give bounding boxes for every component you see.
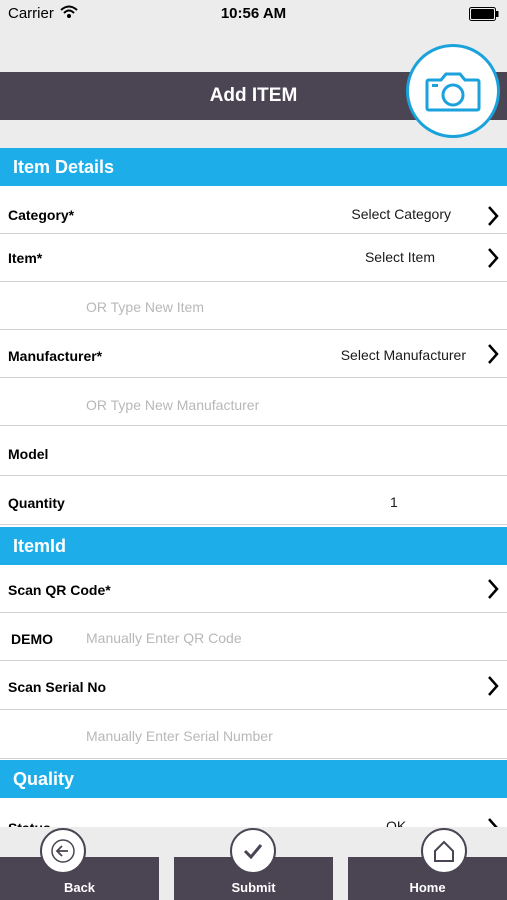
category-label: Category* xyxy=(8,207,75,223)
manual-qr-label: DEMO xyxy=(11,631,53,647)
item-value: Select Item xyxy=(364,249,435,265)
submit-icon-button[interactable] xyxy=(230,828,276,874)
category-value: Select Category xyxy=(351,206,451,222)
back-label: Back xyxy=(63,880,96,895)
home-icon xyxy=(434,840,454,862)
model-row[interactable]: Model xyxy=(0,428,507,476)
checkmark-icon xyxy=(243,844,263,860)
scan-qr-label: Scan QR Code* xyxy=(8,582,111,598)
section-header-itemid: ItemId xyxy=(0,527,507,565)
new-manufacturer-field[interactable]: OR Type New Manufacturer xyxy=(0,378,507,426)
home-label: Home xyxy=(409,880,446,895)
category-row[interactable]: Category* Select Category xyxy=(0,192,507,234)
chevron-right-icon xyxy=(488,248,499,268)
manufacturer-row[interactable]: Manufacturer* Select Manufacturer xyxy=(0,330,507,378)
manual-serial-input[interactable]: Manually Enter Serial Number xyxy=(86,728,273,744)
quantity-value[interactable]: 1 xyxy=(390,494,398,510)
battery-icon xyxy=(469,7,499,21)
status-bar: Carrier 10:56 AM xyxy=(0,0,507,28)
item-row[interactable]: Item* Select Item xyxy=(0,234,507,282)
back-arrow-icon xyxy=(51,839,75,863)
chevron-right-icon xyxy=(488,676,499,696)
back-icon-button[interactable] xyxy=(40,828,86,874)
quantity-row[interactable]: Quantity 1 xyxy=(0,477,507,525)
quantity-label: Quantity xyxy=(8,495,65,511)
camera-button[interactable] xyxy=(406,44,500,138)
submit-label: Submit xyxy=(231,880,276,895)
section-header-item-details: Item Details xyxy=(0,148,507,186)
chevron-right-icon xyxy=(488,206,499,226)
chevron-right-icon xyxy=(488,344,499,364)
scan-serial-row[interactable]: Scan Serial No xyxy=(0,662,507,710)
manual-serial-row[interactable]: Manually Enter Serial Number xyxy=(0,711,507,759)
item-label: Item* xyxy=(8,250,43,266)
chevron-right-icon xyxy=(488,579,499,599)
new-item-field[interactable]: OR Type New Item xyxy=(0,282,507,330)
status-time: 10:56 AM xyxy=(220,5,287,22)
manufacturer-value: Select Manufacturer xyxy=(340,347,466,363)
model-label: Model xyxy=(8,446,49,462)
manual-qr-row[interactable]: DEMO Manually Enter QR Code xyxy=(0,613,507,661)
manual-qr-input[interactable]: Manually Enter QR Code xyxy=(86,630,242,646)
new-manufacturer-placeholder: OR Type New Manufacturer xyxy=(86,397,260,413)
scan-qr-row[interactable]: Scan QR Code* xyxy=(0,565,507,613)
manufacturer-label: Manufacturer* xyxy=(8,348,103,364)
camera-icon xyxy=(425,72,481,112)
new-item-placeholder: OR Type New Item xyxy=(86,299,205,315)
home-icon-button[interactable] xyxy=(421,828,467,874)
scan-serial-label: Scan Serial No xyxy=(8,679,107,695)
section-header-quality: Quality xyxy=(0,760,507,798)
